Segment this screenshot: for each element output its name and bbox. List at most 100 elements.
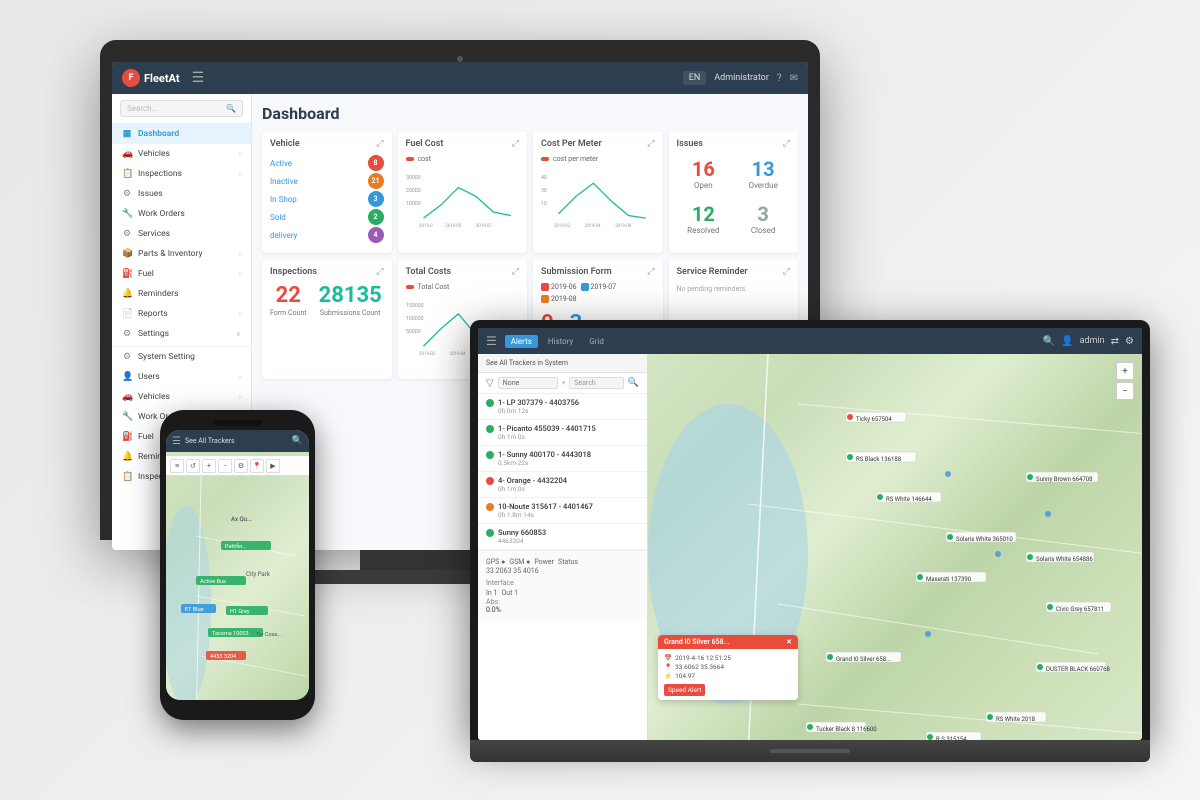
vehicle-stat-inactive: Inactive 21 [270,173,384,189]
language-btn[interactable]: EN [683,71,707,85]
sidebar-item-users[interactable]: 👤 Users › [112,367,251,387]
svg-text:2019-04: 2019-04 [585,224,601,229]
inshop-label: In Shop [270,195,297,204]
open-label: Open [681,181,727,190]
sidebar-item-reports[interactable]: 📄 Reports › [112,304,251,324]
sidebar-item-vehicles2[interactable]: 🚗 Vehicles › [112,387,251,407]
laptop-base [470,740,1150,762]
closed-label: Closed [740,226,786,235]
map-sidebar-header: See All Trackers in System [478,354,647,373]
vehicle-card: Vehicle ⤢ Active 8 Inactive [262,131,392,253]
map-settings-icon[interactable]: ⚙ [1125,336,1134,347]
chart-legend: cost per meter [541,155,655,163]
filter-select[interactable]: None [498,377,558,389]
user-btn[interactable]: Administrator [714,73,769,83]
expand-icon[interactable]: ⤢ [783,139,790,149]
sidebar-item-issues[interactable]: ⚙ Issues [112,184,251,204]
svg-text:Tucker Black 8 116600: Tucker Black 8 116600 [816,726,877,733]
sidebar-item-label: Services [138,229,170,239]
menu-icon[interactable]: ☰ [192,70,205,86]
search-input-wrapper[interactable]: Search... 🔍 [120,100,243,117]
reminders-icon: 🔔 [122,289,132,299]
power-label: Power [534,558,554,566]
form-count: 22 [270,285,307,307]
sidebar-item-inspections[interactable]: 📋 Inspections › [112,164,251,184]
toolbar-btn-6[interactable]: 📍 [250,459,264,473]
tracker-item[interactable]: 4- Orange - 4432204 0h 1m 0s [478,472,647,498]
tracker-list: 1- LP 307379 - 4403756 0h 0m 12s 1- Pica… [478,394,647,550]
expand-icon[interactable]: ⤢ [512,267,519,277]
sidebar-item-work-orders[interactable]: 🔧 Work Orders [112,204,251,224]
tracker-item[interactable]: Sunny 660853 4463204 [478,524,647,550]
toolbar-btn-5[interactable]: ⚙ [234,459,248,473]
form-count-stat: 22 Form Count [270,285,307,317]
tracker-item[interactable]: 10-Noute 315617 - 4401467 0h 1.8m 14s [478,498,647,524]
expand-icon[interactable]: ⤢ [512,139,519,149]
tracker-item[interactable]: 1- LP 307379 - 4403756 0h 0m 12s [478,394,647,420]
tracker-item[interactable]: 1- Sunny 400170 - 4443018 0.5km 22s [478,446,647,472]
legend-2019-07: 2019-07 [581,283,617,291]
tracker-info: 1- Sunny 400170 - 4443018 0.5km 22s [498,450,639,467]
expand-icon[interactable]: ⤢ [376,139,383,149]
svg-text:RS White 2018: RS White 2018 [996,716,1036,723]
tracker-search[interactable]: Search [569,377,624,389]
laptop: ☰ Alerts History Grid 🔍 👤 admin ⇄ ⚙ [470,320,1150,780]
sidebar-item-system-setting[interactable]: ⚙ System Setting [112,347,251,367]
expand-icon[interactable]: ⤢ [783,267,790,277]
popup-title: Grand I0 Silver 658... [664,638,730,646]
zoom-in-btn[interactable]: + [1116,362,1134,380]
phone-menu-icon[interactable]: ☰ [172,436,181,447]
map-body: See All Trackers in System ▽ None ▾ Sear… [478,354,1142,740]
phone-search-icon[interactable]: 🔍 [292,436,303,446]
app-header: F FleetAt ☰ EN Administrator ? ✉ [112,62,808,94]
sidebar-item-dashboard[interactable]: ▦ Dashboard [112,124,251,144]
tracker-status-icon [486,529,494,537]
expand-icon[interactable]: ⤢ [647,139,654,149]
tab-history[interactable]: History [542,335,579,348]
toolbar-btn-4[interactable]: − [218,459,232,473]
work-orders-icon: 🔧 [122,209,132,219]
submissions-count: 28135 [319,285,382,307]
tracker-sub: 0h 0m 12s [498,407,639,415]
legend-label: cost per meter [553,155,598,163]
toolbar-btn-7[interactable]: ▶ [266,459,280,473]
map-menu-icon[interactable]: ☰ [486,334,497,348]
sidebar-item-reminders[interactable]: 🔔 Reminders [112,284,251,304]
sidebar-item-services[interactable]: ⚙ Services [112,224,251,244]
svg-text:2019-07: 2019-07 [475,224,491,229]
map-user-icon[interactable]: 👤 [1061,336,1073,347]
sidebar-item-fuel[interactable]: ⛽ Fuel › [112,264,251,284]
chevron-right-icon: › [239,373,241,381]
cost-per-meter-card: Cost Per Meter ⤢ cost per meter 40 30 [533,131,663,253]
map-search-icon[interactable]: 🔍 [1043,336,1055,347]
zoom-out-btn[interactable]: − [1116,382,1134,400]
help-icon[interactable]: ? [777,73,782,84]
toolbar-btn-3[interactable]: + [202,459,216,473]
phone-screen: ☰ See All Trackers 🔍 ≡ ↺ + − ⚙ 📍 ▶ [166,430,309,700]
sidebar-item-parts[interactable]: 📦 Parts & Inventory › [112,244,251,264]
expand-icon[interactable]: ⤢ [376,267,383,277]
search-submit-icon[interactable]: 🔍 [628,378,639,388]
map-header-right: 🔍 👤 admin ⇄ ⚙ [1043,336,1134,347]
map-share-icon[interactable]: ⇄ [1111,336,1119,347]
mail-icon[interactable]: ✉ [790,73,798,84]
popup-close-icon[interactable]: ✕ [786,638,792,646]
search-icon: 🔍 [226,104,236,113]
expand-icon[interactable]: ⤢ [647,267,654,277]
toolbar-btn-2[interactable]: ↺ [186,459,200,473]
tab-alerts[interactable]: Alerts [505,335,538,348]
phone: ☰ See All Trackers 🔍 ≡ ↺ + − ⚙ 📍 ▶ [160,410,315,720]
svg-text:2019-0: 2019-0 [419,224,433,229]
svg-text:2019-04: 2019-04 [449,352,465,357]
speed-alert-label: Speed Alert [668,686,701,694]
vehicles2-icon: 🚗 [122,392,132,402]
toolbar-btn-1[interactable]: ≡ [170,459,184,473]
sidebar-item-settings[interactable]: ⚙ Settings ∨ [112,324,251,344]
issues-grid: 16 Open 13 Overdue 12 Re [677,155,791,239]
popup-coords-row: 📍 33.6062 35.3664 [664,663,792,671]
sidebar-item-vehicles[interactable]: 🚗 Vehicles › [112,144,251,164]
resolved-count: 12 [681,204,727,224]
tracker-item[interactable]: 1- Picanto 455039 - 4401715 0h 1m 0s [478,420,647,446]
tab-grid[interactable]: Grid [583,335,610,348]
svg-text:Tacoma 10003: Tacoma 10003 [212,631,249,637]
